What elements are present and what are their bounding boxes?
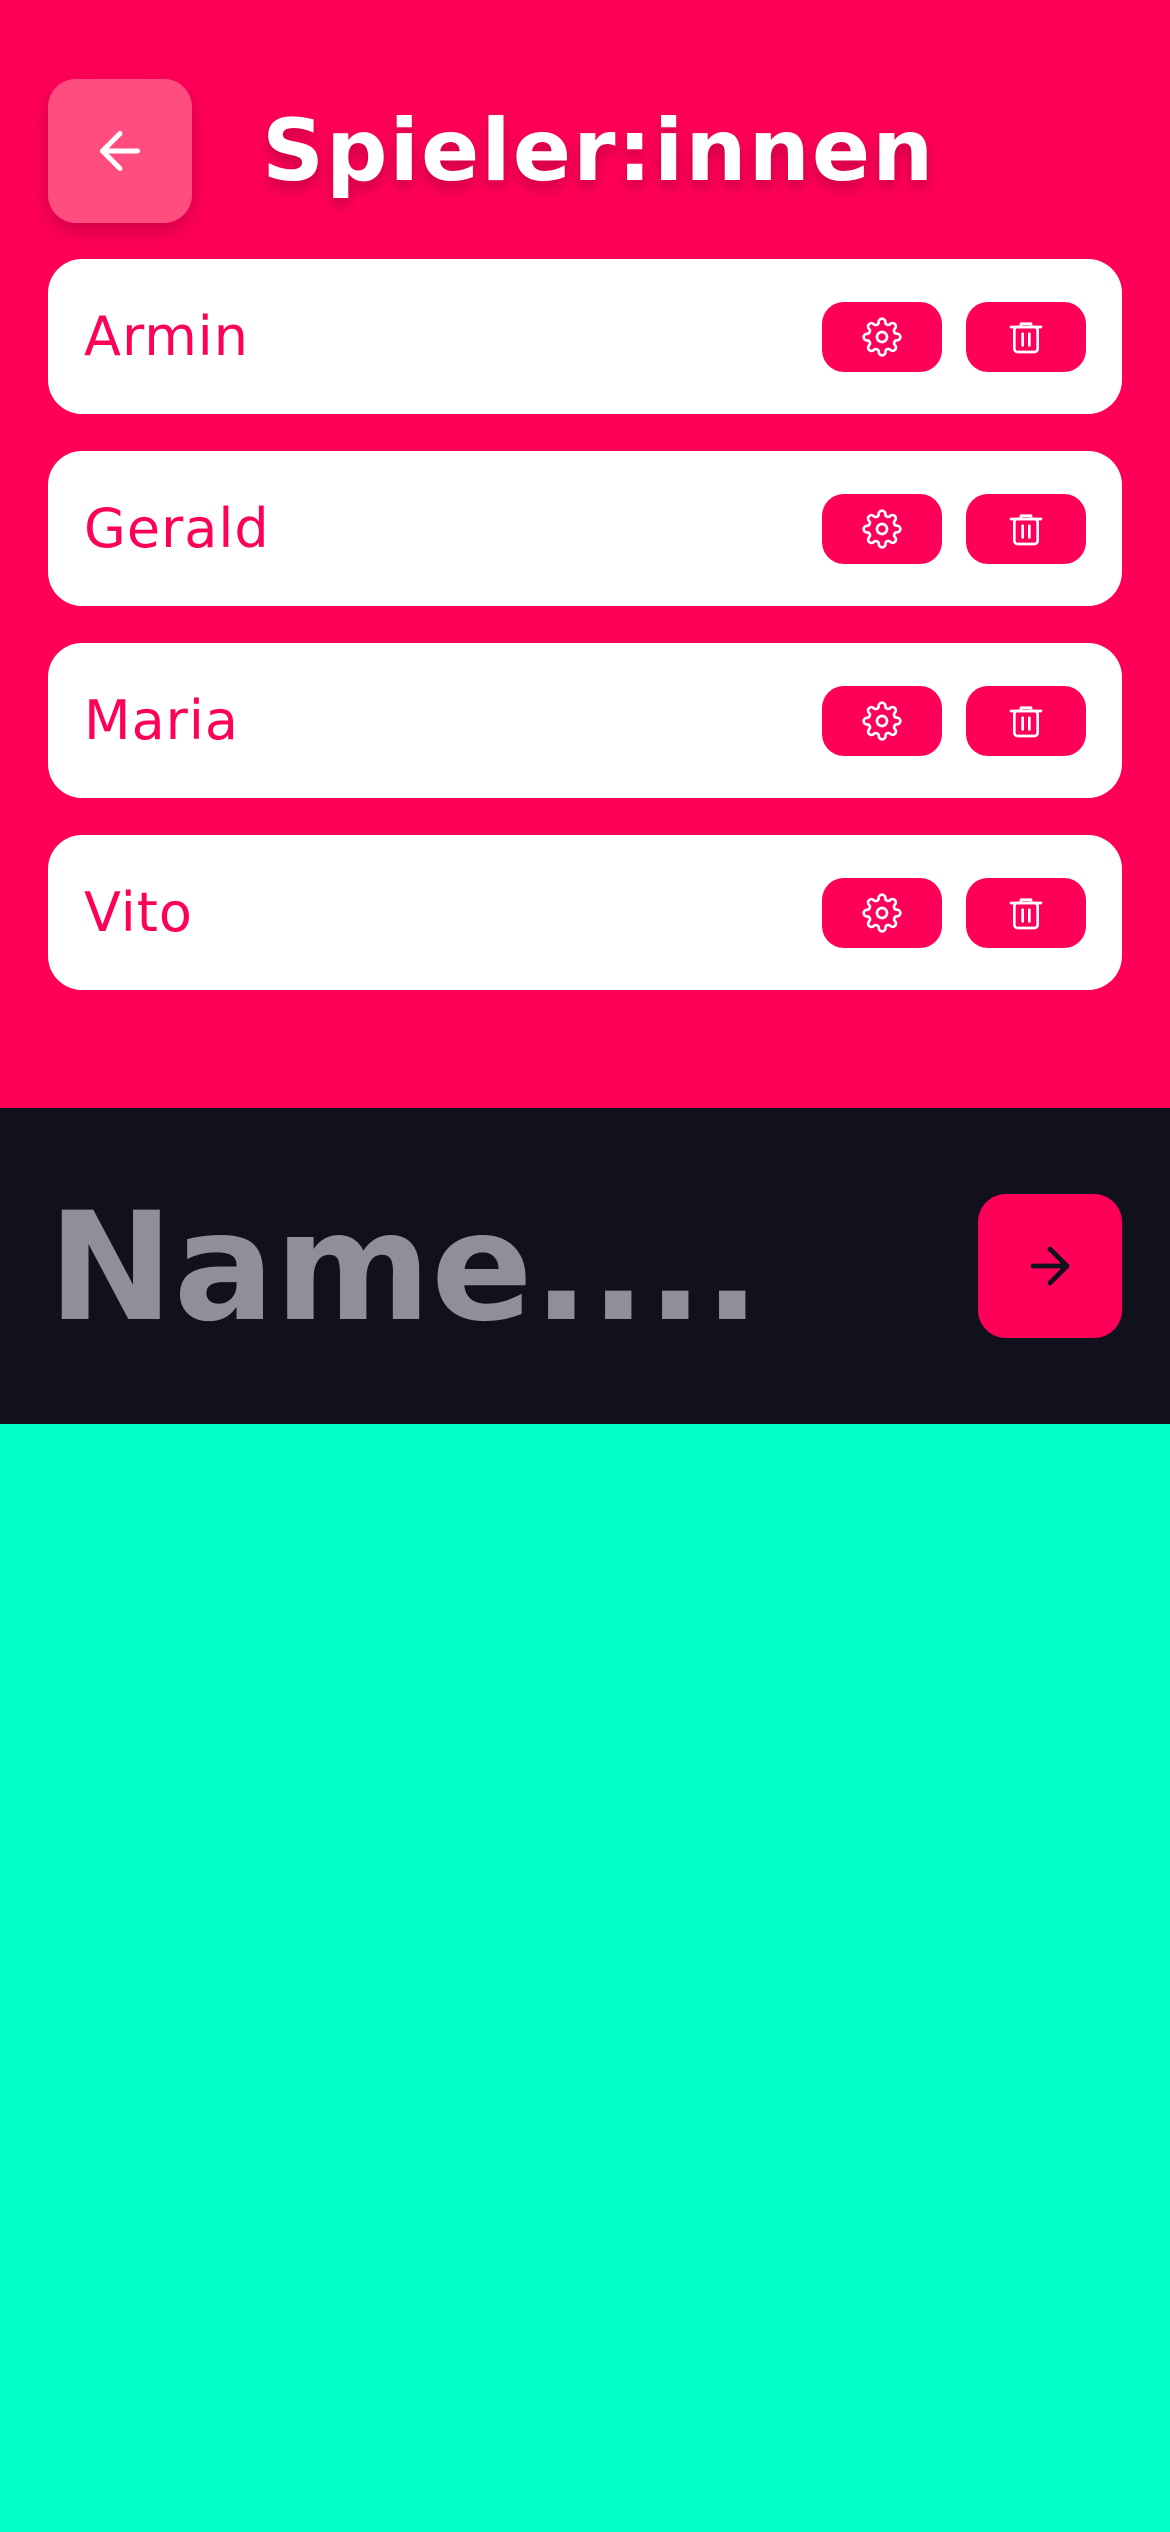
- player-name: Gerald: [84, 497, 270, 560]
- player-settings-button[interactable]: [822, 686, 942, 756]
- player-delete-button[interactable]: [966, 494, 1086, 564]
- arrow-right-icon: [1030, 1246, 1070, 1286]
- player-name: Maria: [84, 689, 239, 752]
- arrow-left-icon: [100, 131, 140, 171]
- player-list: Armin Gerald Maria Vito: [48, 259, 1122, 1027]
- player-name-input[interactable]: [48, 1178, 928, 1358]
- player-card: Vito: [48, 835, 1122, 990]
- player-card: Gerald: [48, 451, 1122, 606]
- player-card: Maria: [48, 643, 1122, 798]
- gear-icon: [862, 893, 902, 933]
- trash-icon: [1009, 322, 1043, 354]
- player-name: Vito: [84, 881, 193, 944]
- players-header-section: Spieler:innen Armin Gerald Maria Vito: [0, 0, 1170, 1108]
- player-name: Armin: [84, 305, 250, 368]
- player-card: Armin: [48, 259, 1122, 414]
- add-player-button[interactable]: [978, 1194, 1122, 1338]
- player-delete-button[interactable]: [966, 878, 1086, 948]
- player-settings-button[interactable]: [822, 302, 942, 372]
- trash-icon: [1009, 706, 1043, 738]
- gear-icon: [862, 317, 902, 357]
- trash-icon: [1009, 898, 1043, 930]
- gear-icon: [862, 509, 902, 549]
- player-settings-button[interactable]: [822, 878, 942, 948]
- player-delete-button[interactable]: [966, 686, 1086, 756]
- gear-icon: [862, 701, 902, 741]
- back-button[interactable]: [48, 79, 192, 223]
- empty-content-area: [0, 1424, 1170, 2532]
- page-title: Spieler:innen: [262, 101, 936, 201]
- trash-icon: [1009, 514, 1043, 546]
- player-settings-button[interactable]: [822, 494, 942, 564]
- player-delete-button[interactable]: [966, 302, 1086, 372]
- add-player-bar: [0, 1108, 1170, 1424]
